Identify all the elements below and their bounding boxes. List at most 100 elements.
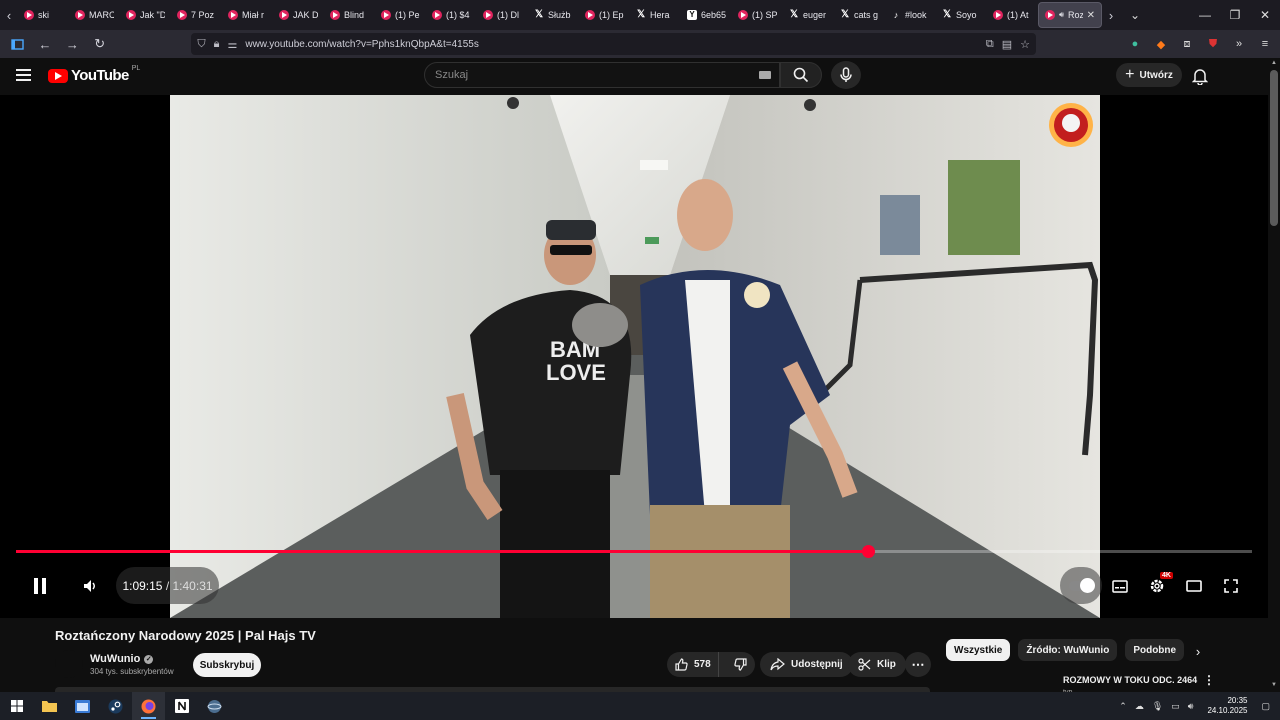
- speaker-icon[interactable]: 🔊︎: [1188, 701, 1194, 712]
- recommended-video-title[interactable]: ROZMOWY W TOKU ODC. 2464: [1063, 675, 1197, 685]
- minimize-button[interactable]: —: [1190, 8, 1220, 22]
- scroll-down-arrow-icon[interactable]: ▼: [1270, 682, 1278, 688]
- tab[interactable]: (1) Pe: [375, 2, 426, 28]
- time-display[interactable]: 1:09:15 / 1:40:31: [116, 567, 219, 604]
- filter-chip[interactable]: Podobne: [1125, 639, 1185, 661]
- network-icon[interactable]: ▭: [1171, 701, 1180, 712]
- tab[interactable]: (1) Dl: [477, 2, 528, 28]
- url-text[interactable]: www.youtube.com/watch?v=Pphs1knQbpA&t=41…: [245, 39, 978, 50]
- tab[interactable]: 𝕏euger: [783, 2, 834, 28]
- tab[interactable]: MARC: [69, 2, 120, 28]
- tab[interactable]: (1) $4: [426, 2, 477, 28]
- taskbar-file-explorer[interactable]: [33, 692, 66, 720]
- keyboard-icon[interactable]: [759, 71, 771, 79]
- bookmark-star-icon[interactable]: ☆: [1020, 38, 1030, 51]
- tab[interactable]: (1) Ep: [579, 2, 630, 28]
- taskbar-firefox[interactable]: [132, 692, 165, 720]
- guide-menu-icon[interactable]: [16, 69, 31, 81]
- tab[interactable]: ski: [18, 2, 69, 28]
- notifications-bell-icon[interactable]: [1190, 66, 1210, 86]
- reader-view-icon[interactable]: ▤: [1002, 38, 1012, 51]
- tab[interactable]: 7 Poz: [171, 2, 222, 28]
- tray-overflow-chevron-icon[interactable]: ⌃: [1119, 701, 1127, 712]
- notifications-icon[interactable]: ▢: [1261, 701, 1270, 712]
- voice-search-button[interactable]: [831, 61, 861, 89]
- back-button[interactable]: ←: [33, 32, 56, 56]
- tab-list-dropdown-icon[interactable]: ⌄: [1120, 8, 1150, 22]
- video-frame[interactable]: BAM LOVE: [170, 95, 1100, 618]
- theater-mode-button[interactable]: [1181, 573, 1207, 599]
- page-scrollbar[interactable]: ▲ ▼: [1268, 58, 1280, 692]
- filter-chip[interactable]: Źródło: WuWunio: [1018, 639, 1118, 661]
- pause-button[interactable]: [27, 573, 53, 599]
- scroll-tabs-right-button[interactable]: ›: [1102, 0, 1120, 30]
- sidebar-toggle-icon[interactable]: [6, 32, 29, 56]
- dislike-button[interactable]: [725, 658, 755, 671]
- start-button[interactable]: [0, 692, 33, 720]
- tab[interactable]: JAK D: [273, 2, 324, 28]
- share-button[interactable]: Udostępnij: [760, 652, 853, 677]
- restore-button[interactable]: ❐: [1220, 8, 1250, 22]
- more-actions-icon[interactable]: ⋯: [905, 652, 931, 677]
- search-input[interactable]: Szukaj: [424, 62, 780, 88]
- close-tab-icon[interactable]: ✕: [1087, 10, 1095, 21]
- permissions-icon[interactable]: ⚌: [227, 38, 237, 51]
- close-window-button[interactable]: ✕: [1250, 8, 1280, 22]
- progress-bar[interactable]: [16, 545, 1252, 558]
- tab[interactable]: Jak "D: [120, 2, 171, 28]
- tab[interactable]: 𝕏 Hera: [630, 2, 681, 28]
- recommended-video-menu-icon[interactable]: ⋮: [1203, 673, 1215, 687]
- overflow-chevron-icon[interactable]: »: [1230, 35, 1248, 53]
- microphone-tray-icon[interactable]: 🎙︎: [1152, 701, 1163, 712]
- progress-scrubber-handle[interactable]: [861, 545, 875, 558]
- address-bar[interactable]: ⛉ 🔒︎ ⚌ www.youtube.com/watch?v=Pphs1knQb…: [191, 33, 1036, 55]
- forward-button[interactable]: →: [61, 32, 84, 56]
- taskbar-app-globe[interactable]: [198, 692, 231, 720]
- tab[interactable]: Miał r: [222, 2, 273, 28]
- extension-fox-icon[interactable]: ◆: [1152, 35, 1170, 53]
- taskbar-notion[interactable]: [165, 692, 198, 720]
- scroll-tabs-left-button[interactable]: ‹: [0, 0, 18, 30]
- picture-in-picture-icon[interactable]: ⧉: [986, 38, 994, 51]
- system-clock[interactable]: 20:35 24.10.2025: [1207, 696, 1247, 716]
- subscribe-button[interactable]: Subskrybuj: [193, 653, 261, 677]
- chevron-right-icon[interactable]: ›: [1190, 643, 1206, 659]
- lock-icon[interactable]: 🔒︎: [214, 38, 220, 51]
- clip-button[interactable]: Klip: [848, 652, 906, 677]
- tab-active[interactable]: 🔊︎ Roz ✕: [1038, 2, 1102, 28]
- app-menu-icon[interactable]: ≡: [1256, 35, 1274, 53]
- extensions-puzzle-icon[interactable]: ⧈: [1178, 35, 1196, 53]
- taskbar-app-window[interactable]: [66, 692, 99, 720]
- onedrive-cloud-icon[interactable]: ☁: [1135, 701, 1144, 712]
- tab[interactable]: (1) SP: [732, 2, 783, 28]
- subtitles-button[interactable]: [1107, 573, 1133, 599]
- tab[interactable]: 𝕏cats g: [834, 2, 885, 28]
- shield-icon[interactable]: ⛉: [197, 38, 205, 51]
- tab[interactable]: Y 6eb65: [681, 2, 732, 28]
- tab[interactable]: 𝕏 Soyo: [936, 2, 987, 28]
- filter-chip[interactable]: Wszystkie: [946, 639, 1011, 661]
- tab[interactable]: 𝕏 Służb: [528, 2, 579, 28]
- fullscreen-button[interactable]: [1218, 573, 1244, 599]
- like-button[interactable]: 578: [667, 652, 720, 677]
- youtube-logo[interactable]: YouTube PL: [48, 65, 140, 84]
- volume-button[interactable]: [77, 573, 103, 599]
- video-player[interactable]: BAM LOVE 1:09:15 / 1:40:31 4K: [0, 95, 1268, 618]
- scrollbar-thumb[interactable]: [1270, 70, 1278, 226]
- reload-button[interactable]: ↻: [88, 32, 111, 56]
- autoplay-toggle[interactable]: [1060, 567, 1102, 604]
- tab[interactable]: Blind: [324, 2, 375, 28]
- channel-name-link[interactable]: WuWunio ✓: [90, 653, 154, 665]
- extension-shield-icon[interactable]: ●: [1126, 35, 1144, 53]
- tab[interactable]: (1) At: [987, 2, 1038, 28]
- channel-avatar[interactable]: [55, 650, 83, 678]
- extension-ublock-icon[interactable]: ⛊: [1204, 35, 1222, 53]
- taskbar-steam[interactable]: [99, 692, 132, 720]
- create-button[interactable]: + Utwórz: [1116, 63, 1182, 87]
- browser-toolbar: ← → ↻ ⛉ 🔒︎ ⚌ www.youtube.com/watch?v=Pph…: [0, 30, 1280, 58]
- quality-badge: 4K: [1160, 572, 1173, 579]
- search-button[interactable]: [780, 62, 822, 88]
- tab-audio-icon[interactable]: 🔊︎: [1059, 10, 1064, 20]
- scroll-up-arrow-icon[interactable]: ▲: [1270, 60, 1278, 66]
- tab[interactable]: ♪ #look: [885, 2, 936, 28]
